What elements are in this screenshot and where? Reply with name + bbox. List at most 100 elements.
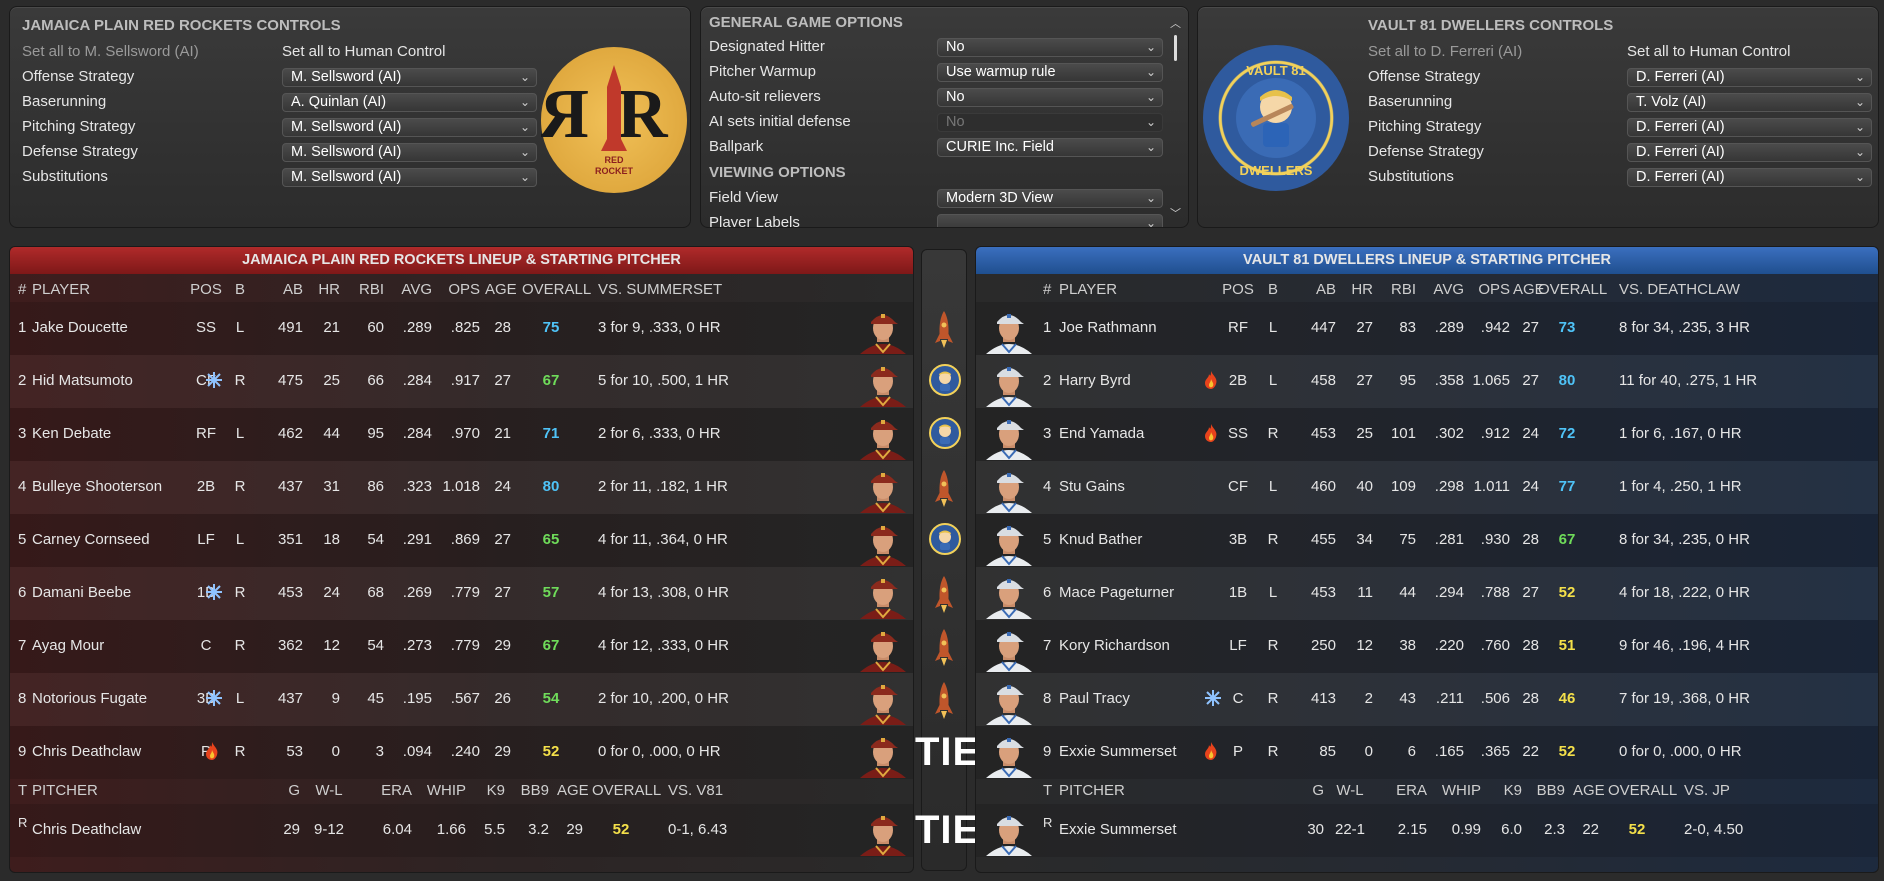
pitcher-col-header-whip[interactable]: WHIP — [1433, 782, 1481, 799]
starting-pitcher-row[interactable]: R Chris Deathclaw 29 9-12 6.04 1.66 5.5 3.2 29 52… — [10, 804, 913, 857]
option-dropdown[interactable]: Use warmup rule ⌄ — [937, 63, 1163, 82]
player-name[interactable]: Kory Richardson — [1059, 637, 1170, 654]
lineup-player-row[interactable]: 2 Harry Byrd 2B L 458 27 95 .358 1.065 27 80 11 for… — [976, 355, 1878, 408]
pitcher-col-header-age[interactable]: AGE — [557, 782, 589, 799]
pitcher-col-header-k9[interactable]: K9 — [1492, 782, 1522, 799]
col-header-vs[interactable]: VS. DEATHCLAW — [1619, 281, 1740, 298]
player-name[interactable]: Joe Rathmann — [1059, 319, 1157, 336]
control-dropdown[interactable]: D. Ferreri (AI) ⌄ — [1627, 118, 1872, 137]
control-dropdown[interactable]: D. Ferreri (AI) ⌄ — [1627, 168, 1872, 187]
col-header-num[interactable]: # — [1043, 281, 1051, 298]
col-header-ab[interactable]: AB — [265, 281, 303, 298]
pitcher-col-header-g[interactable]: G — [278, 782, 300, 799]
player-name[interactable]: End Yamada — [1059, 425, 1144, 442]
col-header-age[interactable]: AGE — [1513, 281, 1545, 298]
option-dropdown[interactable]: CURIE Inc. Field ⌄ — [937, 138, 1163, 157]
col-header-vs[interactable]: VS. SUMMERSET — [598, 281, 722, 298]
col-header-avg[interactable]: AVG — [392, 281, 432, 298]
pitcher-col-header-vs[interactable]: VS. JP — [1684, 782, 1730, 799]
col-header-ops[interactable]: OPS — [440, 281, 480, 298]
pitcher-name[interactable]: Exxie Summerset — [1059, 821, 1177, 838]
control-dropdown[interactable]: T. Volz (AI) ⌄ — [1627, 93, 1872, 112]
control-dropdown[interactable]: D. Ferreri (AI) ⌄ — [1627, 68, 1872, 87]
pitcher-col-header-overall[interactable]: OVERALL — [1608, 782, 1677, 799]
player-name[interactable]: Mace Pageturner — [1059, 584, 1174, 601]
pitcher-col-header-wl[interactable]: W-L — [307, 782, 351, 799]
lineup-player-row[interactable]: 1 Jake Doucette SS L 491 21 60 .289 .825 28 75 3 fo… — [10, 302, 913, 355]
lineup-player-row[interactable]: 8 Paul Tracy C R 413 2 43 .211 .506 28 46 7 for 19,… — [976, 673, 1878, 726]
col-header-rbi[interactable]: RBI — [1382, 281, 1416, 298]
pitcher-col-header-t[interactable]: T — [18, 782, 27, 799]
options-scrollbar[interactable]: ︿ ﹀ — [1170, 15, 1182, 221]
scroll-thumb[interactable] — [1174, 35, 1177, 61]
pitcher-col-header-whip[interactable]: WHIP — [418, 782, 466, 799]
lineup-player-row[interactable]: 8 Notorious Fugate 3B L 437 9 45.195.567 26 54 2 … — [10, 673, 913, 726]
pitcher-col-header-pitcher[interactable]: PITCHER — [32, 782, 98, 799]
lineup-player-row[interactable]: 2 Hid Matsumoto CF R 475 25 66.284.917 27 67 5 fo… — [10, 355, 913, 408]
col-header-b[interactable]: B — [1265, 281, 1281, 298]
col-header-avg[interactable]: AVG — [1424, 281, 1464, 298]
option-dropdown[interactable]: No ⌄ — [937, 88, 1163, 107]
lineup-player-row[interactable]: 9 Exxie Summerset P R 85 0 6 .165 .365 22 52 0 for … — [976, 726, 1878, 779]
col-header-ab[interactable]: AB — [1298, 281, 1336, 298]
player-name[interactable]: Chris Deathclaw — [32, 743, 141, 760]
scroll-down-icon[interactable]: ﹀ — [1170, 205, 1181, 221]
pitcher-col-header-pitcher[interactable]: PITCHER — [1059, 782, 1125, 799]
col-header-rbi[interactable]: RBI — [350, 281, 384, 298]
player-name[interactable]: Damani Beebe — [32, 584, 131, 601]
pitcher-col-header-vs[interactable]: VS. V81 — [668, 782, 723, 799]
pitcher-col-header-k9[interactable]: K9 — [475, 782, 505, 799]
lineup-player-row[interactable]: 7 Ayag Mour C R 362 12 54 .273 .779 29 67 4 for 12,… — [10, 620, 913, 673]
control-dropdown[interactable]: M. Sellsword (AI) ⌄ — [282, 118, 537, 137]
lineup-player-row[interactable]: 4 Stu Gains CF L 460 40 109 .298 1.011 24 77 1 for … — [976, 461, 1878, 514]
col-header-ops[interactable]: OPS — [1470, 281, 1510, 298]
view-option-dropdown[interactable]: Modern 3D View ⌄ — [937, 189, 1163, 208]
player-name[interactable]: Paul Tracy — [1059, 690, 1130, 707]
option-dropdown[interactable]: No ⌄ — [937, 38, 1163, 57]
lineup-player-row[interactable]: 7 Kory Richardson LF R 250 12 38 .220 .760 28 51 9 … — [976, 620, 1878, 673]
lineup-player-row[interactable]: 5 Knud Bather 3B R 455 34 75 .281 .930 28 67 8 for … — [976, 514, 1878, 567]
col-header-pos[interactable]: POS — [1222, 281, 1254, 298]
col-header-b[interactable]: B — [232, 281, 248, 298]
pitcher-col-header-wl[interactable]: W-L — [1328, 782, 1372, 799]
set-all-human-button[interactable]: Set all to Human Control — [282, 43, 445, 60]
player-name[interactable]: Bulleye Shooterson — [32, 478, 162, 495]
player-name[interactable]: Ayag Mour — [32, 637, 104, 654]
pitcher-col-header-era[interactable]: ERA — [1387, 782, 1427, 799]
pitcher-name[interactable]: Chris Deathclaw — [32, 821, 141, 838]
pitcher-col-header-overall[interactable]: OVERALL — [592, 782, 661, 799]
pitcher-col-header-g[interactable]: G — [1302, 782, 1324, 799]
player-name[interactable]: Ken Debate — [32, 425, 111, 442]
control-dropdown[interactable]: M. Sellsword (AI) ⌄ — [282, 168, 537, 187]
lineup-player-row[interactable]: 1 Joe Rathmann RF L 447 27 83 .289 .942 27 73 8 for… — [976, 302, 1878, 355]
col-header-pos[interactable]: POS — [190, 281, 222, 298]
set-all-human-button[interactable]: Set all to Human Control — [1627, 43, 1790, 60]
control-dropdown[interactable]: D. Ferreri (AI) ⌄ — [1627, 143, 1872, 162]
col-header-hr[interactable]: HR — [1343, 281, 1373, 298]
player-name[interactable]: Exxie Summerset — [1059, 743, 1177, 760]
lineup-player-row[interactable]: 6 Damani Beebe 1B R 453 24 68.269.779 27 57 4 for… — [10, 567, 913, 620]
player-name[interactable]: Jake Doucette — [32, 319, 128, 336]
lineup-player-row[interactable]: 9 Chris Deathclaw P R 53 0 3.094.240 29 52 0 for … — [10, 726, 913, 779]
lineup-player-row[interactable]: 3 End Yamada SS R 453 25 101 .302 .912 24 72 1 for … — [976, 408, 1878, 461]
starting-pitcher-row[interactable]: R Exxie Summerset 30 22-1 2.15 0.99 6.0 2.3 22 52… — [976, 804, 1878, 857]
pitcher-col-header-bb9[interactable]: BB9 — [1529, 782, 1565, 799]
col-header-age[interactable]: AGE — [485, 281, 517, 298]
lineup-player-row[interactable]: 4 Bulleye Shooterson 2B R 437 31 86 .323 1.018 24… — [10, 461, 913, 514]
set-all-ai-button[interactable]: Set all to D. Ferreri (AI) — [1368, 43, 1522, 60]
scroll-up-icon[interactable]: ︿ — [1170, 15, 1181, 31]
player-name[interactable]: Harry Byrd — [1059, 372, 1131, 389]
pitcher-col-header-age[interactable]: AGE — [1573, 782, 1605, 799]
col-header-player[interactable]: PLAYER — [32, 281, 90, 298]
col-header-num[interactable]: # — [18, 281, 26, 298]
col-header-overall[interactable]: OVERALL — [522, 281, 591, 298]
lineup-player-row[interactable]: 6 Mace Pageturner 1B L 453 11 44 .294 .788 27 52 4 … — [976, 567, 1878, 620]
lineup-player-row[interactable]: 3 Ken Debate RF L 462 44 95 .284 .970 21 71 2 for 6… — [10, 408, 913, 461]
pitcher-col-header-era[interactable]: ERA — [372, 782, 412, 799]
col-header-hr[interactable]: HR — [310, 281, 340, 298]
control-dropdown[interactable]: A. Quinlan (AI) ⌄ — [282, 93, 537, 112]
pitcher-col-header-t[interactable]: T — [1043, 782, 1052, 799]
player-name[interactable]: Knud Bather — [1059, 531, 1142, 548]
player-name[interactable]: Stu Gains — [1059, 478, 1125, 495]
set-all-ai-button[interactable]: Set all to M. Sellsword (AI) — [22, 43, 199, 60]
